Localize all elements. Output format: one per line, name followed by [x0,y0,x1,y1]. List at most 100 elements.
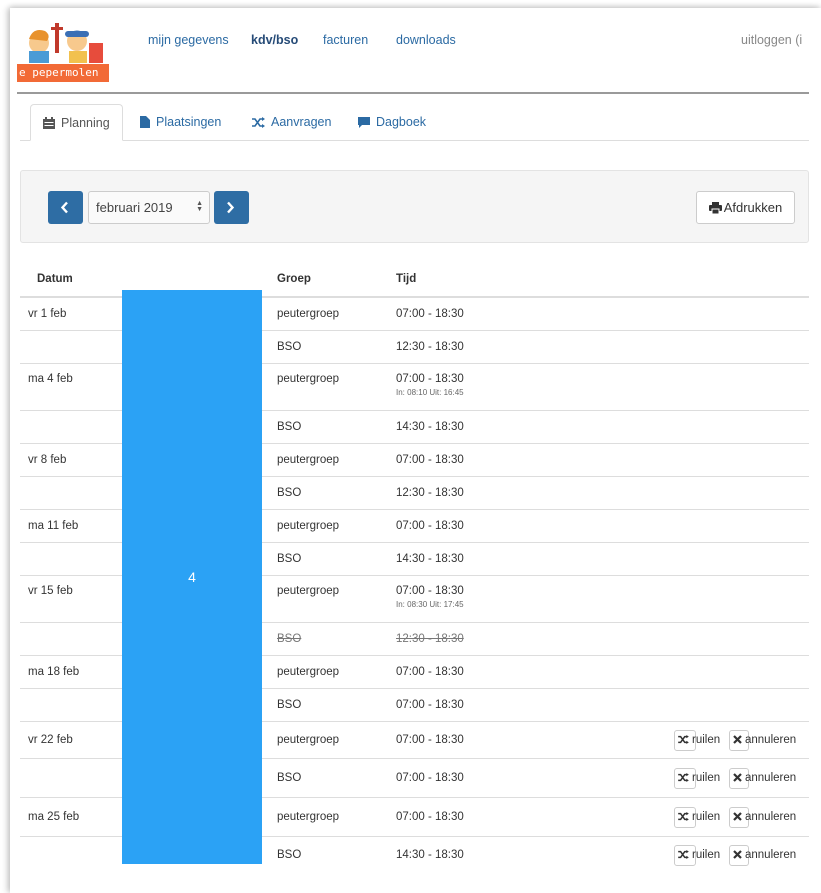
cell-groep: peutergroep [277,373,340,385]
shuffle-icon [252,117,265,128]
cell-datum: vr 1 feb [28,307,67,320]
chevron-right-icon [227,201,235,214]
cell-tijd: 07:00 - 18:30 [396,665,464,678]
month-toolbar: februari 2019 ▲ ▼ Afdrukken [20,170,809,243]
annuleren-button[interactable]: annuleren [729,730,796,751]
annuleren-label: annuleren [745,734,797,746]
month-select[interactable]: februari 2019 ▲ ▼ [88,191,210,224]
cell-groep: BSO [277,486,302,499]
cell-groep: peutergroep [277,519,340,532]
cell-tijd: 07:00 - 18:30 [396,307,464,320]
close-icon [733,850,742,859]
shuffle-icon [678,850,689,859]
column-header-groep[interactable]: Groep [277,273,311,285]
select-arrows-icon: ▲ ▼ [196,200,203,213]
tab-planning-label: Planning [61,116,110,130]
cell-datum: vr 22 feb [28,733,73,746]
cell-tijd: 07:00 - 18:30 [396,519,464,532]
logo-text: e pepermolen [17,64,109,82]
ruilen-button[interactable]: ruilen [674,807,720,828]
cell-datum: ma 4 feb [28,373,73,385]
cell-tijd: 12:30 - 18:30 [396,632,464,645]
cell-groep: BSO [277,420,302,433]
file-icon [140,116,150,128]
logo[interactable]: e pepermolen [17,21,109,82]
nav-kdv-bso[interactable]: kdv/bso [251,33,298,47]
shuffle-icon [678,812,689,821]
annuleren-label: annuleren [745,849,797,861]
annuleren-label: annuleren [745,772,797,784]
cell-groep: peutergroep [277,733,340,746]
calendar-icon [43,117,55,129]
tab-plaatsingen[interactable]: Plaatsingen [128,104,233,141]
prev-month-button[interactable] [48,191,83,224]
tab-planning[interactable]: Planning [30,104,123,141]
header-divider [17,92,809,94]
close-icon [733,812,742,821]
cell-datum: vr 15 feb [28,585,73,597]
close-icon [733,735,742,744]
annuleren-button[interactable]: annuleren [729,768,796,789]
nav-mijn-gegevens[interactable]: mijn gegevens [148,33,229,47]
cell-tijd: 07:00 - 18:30 [396,373,464,385]
tab-dagboek[interactable]: Dagboek [346,104,438,141]
cell-datum: ma 18 feb [28,665,80,678]
chevron-left-icon [60,201,68,214]
cell-tijd: 14:30 - 18:30 [396,420,464,433]
column-header-tijd[interactable]: Tijd [396,273,416,285]
ruilen-label: ruilen [692,811,721,823]
cell-checkin-times: In: 08:10 Uit: 16:45 [396,388,464,397]
cell-datum: ma 11 feb [28,519,79,532]
cell-datum: ma 25 feb [28,810,80,823]
cell-tijd: 12:30 - 18:30 [396,486,464,499]
cell-tijd: 07:00 - 18:30 [396,698,464,711]
tab-aanvragen-label: Aanvragen [271,115,332,129]
cell-groep: peutergroep [277,585,340,597]
nav-facturen[interactable]: facturen [323,33,368,47]
print-icon [708,202,722,215]
cell-groep: peutergroep [277,307,340,320]
cell-tijd: 12:30 - 18:30 [396,340,464,353]
cell-groep: peutergroep [277,453,340,466]
cell-groep: BSO [277,848,302,861]
cell-tijd: 07:00 - 18:30 [396,453,464,466]
month-select-value: februari 2019 [96,200,173,215]
cell-tijd: 07:00 - 18:30 [396,810,464,823]
logo-illustration-icon [29,23,103,63]
cell-groep: peutergroep [277,810,340,823]
cell-tijd: 07:00 - 18:30 [396,771,464,784]
tab-dagboek-label: Dagboek [376,115,427,129]
cell-groep: BSO [277,771,302,784]
next-month-button[interactable] [214,191,249,224]
cell-tijd: 07:00 - 18:30 [396,585,464,597]
logout-link[interactable]: uitloggen (i [741,33,802,47]
close-icon [733,773,742,782]
cell-groep: BSO [277,340,302,353]
print-button[interactable]: Afdrukken [696,191,795,224]
highlight-overlay: 4 [122,290,262,864]
shuffle-icon [678,773,689,782]
ruilen-label: ruilen [692,772,721,784]
annuleren-label: annuleren [745,811,797,823]
ruilen-button[interactable]: ruilen [674,768,720,789]
print-button-label: Afdrukken [723,200,783,215]
cell-tijd: 14:30 - 18:30 [396,552,464,565]
ruilen-button[interactable]: ruilen [674,730,720,751]
ruilen-label: ruilen [692,734,721,746]
column-header-datum[interactable]: Datum [37,273,73,285]
cell-tijd: 07:00 - 18:30 [396,733,464,746]
cell-groep: BSO [277,698,302,711]
cell-datum: vr 8 feb [28,453,67,466]
shuffle-icon [678,735,689,744]
cell-checkin-times: In: 08:30 Uit: 17:45 [396,600,464,609]
ruilen-button[interactable]: ruilen [674,845,720,866]
annuleren-button[interactable]: annuleren [729,807,796,828]
cell-groep: peutergroep [277,665,340,678]
tab-aanvragen[interactable]: Aanvragen [240,104,343,141]
cell-tijd: 14:30 - 18:30 [396,848,464,861]
cell-groep: BSO [277,632,302,645]
cell-groep: BSO [277,552,302,565]
annuleren-button[interactable]: annuleren [729,845,796,866]
ruilen-label: ruilen [692,849,721,861]
nav-downloads[interactable]: downloads [396,33,456,47]
